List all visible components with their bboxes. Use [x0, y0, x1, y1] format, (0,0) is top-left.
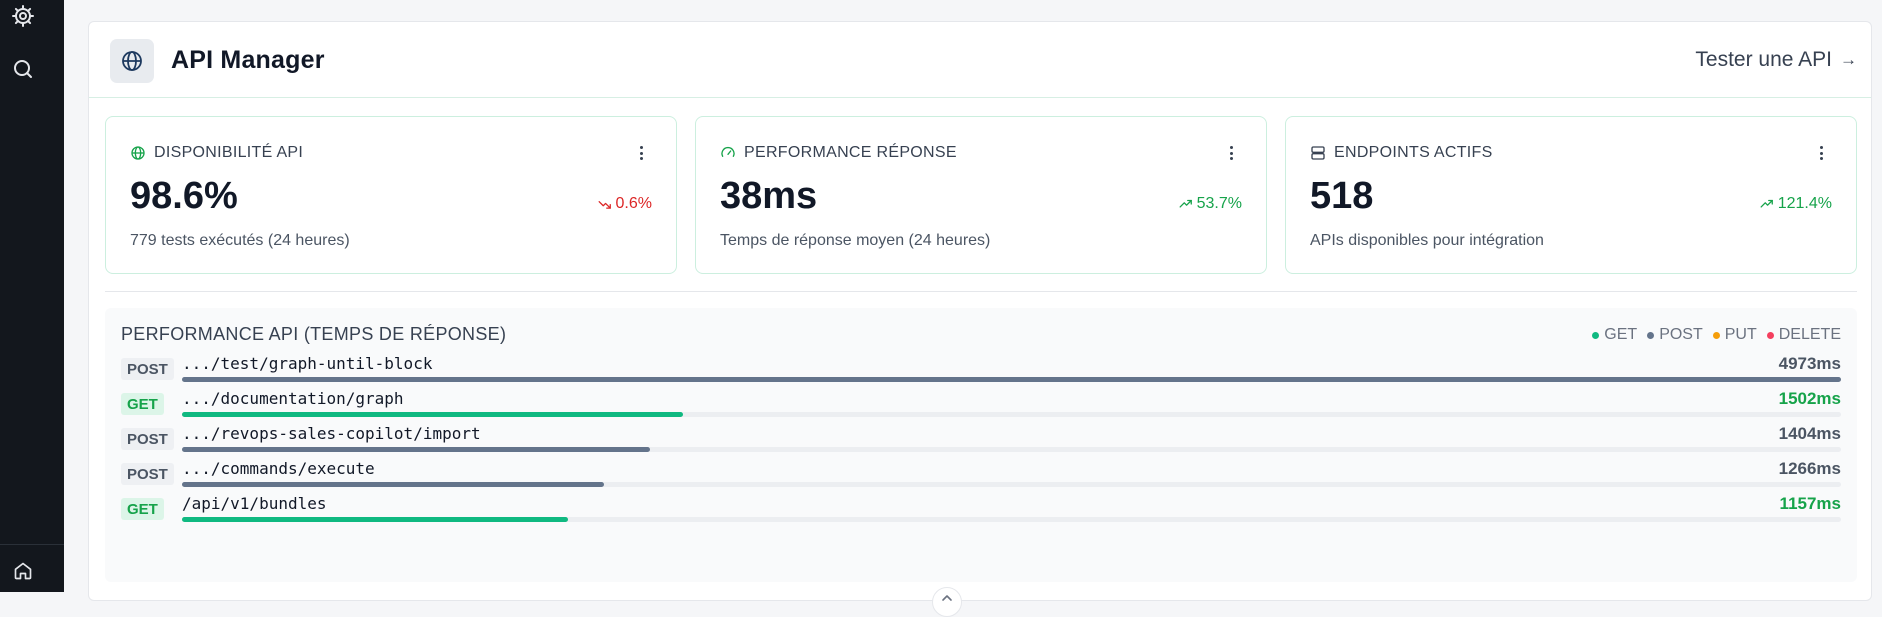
- trending-down-icon: [598, 201, 611, 209]
- card-value: 98.6%: [130, 175, 238, 217]
- sidebar: [0, 0, 64, 592]
- response-time: 1157ms: [1779, 494, 1841, 513]
- globe-icon: [110, 39, 154, 83]
- trend-value: 0.6%: [615, 195, 652, 212]
- endpoint-row[interactable]: POST .../revops-sales-copilot/import 1404m…: [121, 424, 1841, 460]
- api-manager-panel: API Manager Tester une API → DISPONIBILI…: [88, 21, 1872, 617]
- card-api-availability: DISPONIBILITÉ API 98.6% 0.6% 779 tests e…: [105, 116, 677, 274]
- response-time: 1404ms: [1778, 424, 1841, 443]
- legend-item-put: PUT: [1712, 326, 1757, 344]
- card-header: ENDPOINTS ACTIFS: [1310, 144, 1493, 162]
- api-performance-section: PERFORMANCE API (TEMPS DE RÉPONSE) GET P…: [105, 308, 1857, 582]
- endpoint-row[interactable]: GET .../documentation/graph 1502ms: [121, 389, 1841, 425]
- response-bar-track: [182, 377, 1841, 382]
- response-bar-track: [182, 482, 1841, 487]
- card-value: 518: [1310, 175, 1374, 217]
- endpoint-path: .../revops-sales-copilot/import: [182, 424, 481, 443]
- trend-value: 53.7%: [1196, 195, 1242, 212]
- trend-indicator: 121.4%: [1760, 195, 1832, 213]
- card-subtitle: 779 tests exécutés (24 heures): [130, 232, 350, 249]
- gauge-icon: [721, 146, 735, 157]
- response-bar-track: [182, 447, 1841, 452]
- trending-up-icon: [1179, 199, 1192, 208]
- endpoint-path: .../commands/execute: [182, 459, 375, 478]
- legend-item-delete: DELETE: [1766, 326, 1841, 344]
- card-value: 38ms: [720, 175, 818, 217]
- card-subtitle: Temps de réponse moyen (24 heures): [720, 232, 991, 249]
- legend-dot: [1766, 331, 1774, 339]
- page-title: API Manager: [171, 46, 325, 74]
- legend-label: GET: [1604, 326, 1638, 343]
- method-badge: POST: [121, 358, 174, 380]
- trend-indicator: 53.7%: [1179, 195, 1242, 213]
- method-badge: GET: [121, 498, 164, 520]
- trending-up-icon: [1760, 199, 1773, 208]
- panel-header: API Manager Tester une API →: [89, 22, 1871, 98]
- server-icon: [1311, 146, 1325, 160]
- legend-dot: [1647, 331, 1655, 339]
- response-bar-fill: [182, 412, 684, 417]
- card-label: DISPONIBILITÉ API: [154, 144, 304, 161]
- test-api-link-label: Tester une API: [1695, 48, 1832, 71]
- card-response-performance: PERFORMANCE RÉPONSE 38ms 53.7% Temps de …: [695, 116, 1267, 274]
- sidebar-divider: [0, 544, 64, 545]
- response-time: 4973ms: [1778, 354, 1841, 373]
- more-vertical-icon[interactable]: [1816, 143, 1826, 163]
- test-api-link[interactable]: Tester une API →: [1695, 48, 1857, 72]
- method-badge: POST: [121, 463, 174, 485]
- legend-label: DELETE: [1778, 326, 1841, 343]
- method-badge: GET: [121, 393, 164, 415]
- more-vertical-icon[interactable]: [636, 143, 646, 163]
- card-label: PERFORMANCE RÉPONSE: [744, 144, 957, 161]
- chart-legend: GET POST PUT DELETE: [1592, 326, 1841, 344]
- response-bar-track: [182, 412, 1841, 417]
- endpoint-row[interactable]: POST .../commands/execute 1266ms: [121, 459, 1841, 495]
- response-time: 1266ms: [1778, 459, 1841, 478]
- trend-value: 121.4%: [1777, 195, 1832, 212]
- endpoint-path: /api/v1/bundles: [182, 494, 327, 513]
- card-header: DISPONIBILITÉ API: [130, 144, 303, 162]
- globe-icon: [131, 146, 145, 160]
- card-active-endpoints: ENDPOINTS ACTIFS 518 121.4% APIs disponi…: [1285, 116, 1857, 274]
- method-badge: POST: [121, 428, 174, 450]
- response-bar-fill: [182, 482, 605, 487]
- response-bar-fill: [182, 377, 1841, 382]
- section-divider: [105, 291, 1857, 292]
- legend-item-post: POST: [1647, 326, 1703, 344]
- endpoint-row[interactable]: POST .../test/graph-until-block 4973ms: [121, 354, 1841, 390]
- card-label: ENDPOINTS ACTIFS: [1334, 144, 1493, 161]
- more-vertical-icon[interactable]: [1226, 143, 1236, 163]
- section-title: PERFORMANCE API (TEMPS DE RÉPONSE): [121, 324, 507, 344]
- response-bar-track: [182, 517, 1841, 522]
- endpoint-path: .../test/graph-until-block: [182, 354, 433, 373]
- response-bar-fill: [182, 447, 651, 452]
- legend-dot: [1712, 331, 1720, 339]
- search-icon[interactable]: [10, 56, 36, 82]
- arrow-right-icon: →: [1840, 50, 1857, 69]
- home-icon[interactable]: [10, 558, 36, 584]
- chevron-up-icon: [942, 595, 952, 601]
- legend-item-get: GET: [1592, 326, 1637, 344]
- gear-icon[interactable]: [10, 3, 36, 29]
- legend-dot: [1592, 331, 1600, 339]
- endpoint-row[interactable]: GET/api/v1/bundles 1157ms: [121, 494, 1841, 530]
- card-header: PERFORMANCE RÉPONSE: [720, 144, 957, 162]
- endpoint-path: .../documentation/graph: [182, 389, 404, 408]
- legend-label: PUT: [1724, 326, 1757, 343]
- legend-label: POST: [1659, 326, 1703, 343]
- response-bar-fill: [182, 517, 569, 522]
- response-time: 1502ms: [1778, 389, 1841, 408]
- card-subtitle: APIs disponibles pour intégration: [1310, 232, 1544, 249]
- trend-indicator: 0.6%: [598, 195, 652, 213]
